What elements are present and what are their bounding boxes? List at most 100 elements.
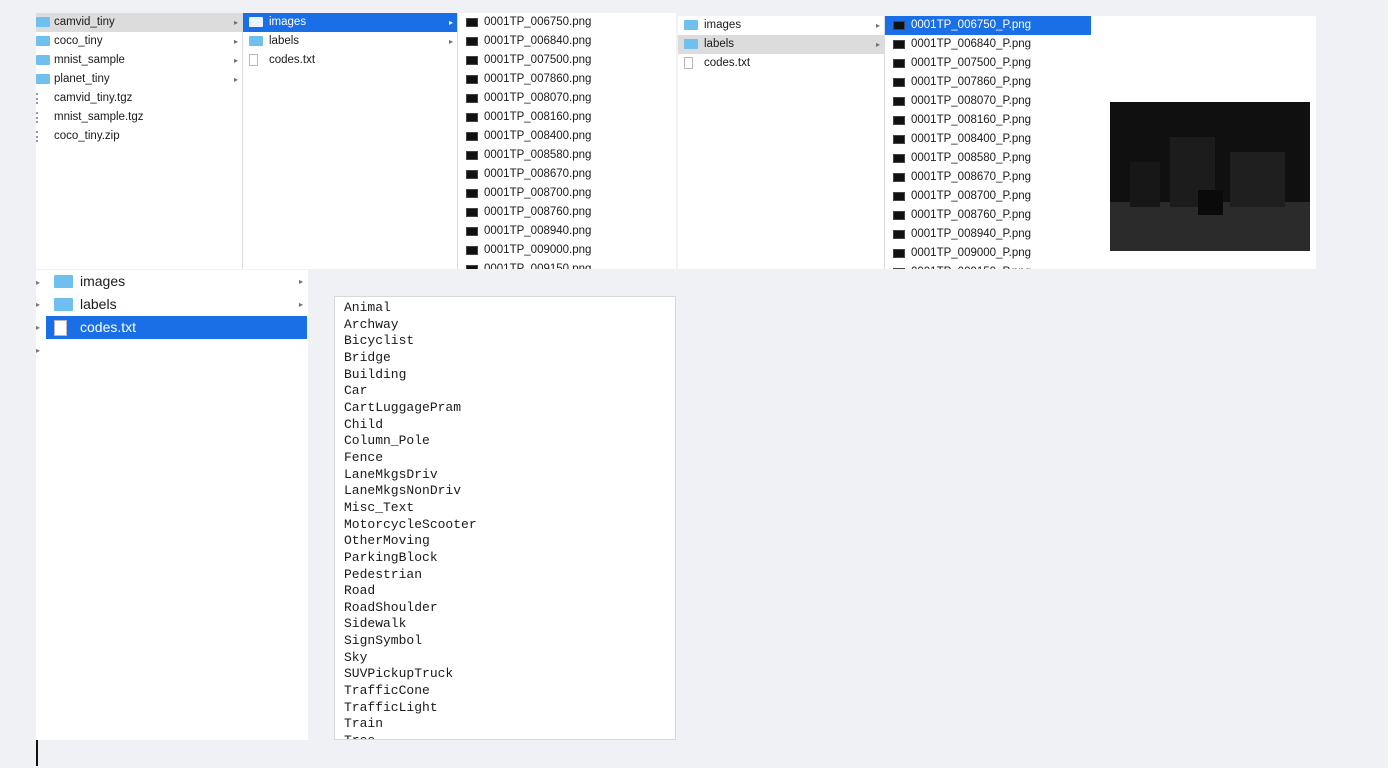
chevron-right-icon: ▸	[448, 18, 453, 27]
file-item-label: 0001TP_008400.png	[484, 130, 592, 142]
file-item[interactable]: 0001TP_007500.png	[458, 51, 676, 70]
finder-item-label: planet_tiny	[54, 73, 110, 85]
image-file-icon	[893, 116, 905, 125]
file-item[interactable]: 0001TP_008160.png	[458, 108, 676, 127]
file-item[interactable]: 0001TP_006750.png	[458, 13, 676, 32]
code-line: Tree	[344, 733, 675, 739]
file-item[interactable]: 0001TP_008700.png	[458, 184, 676, 203]
image-file-icon	[893, 78, 905, 87]
finder-column-camvid-b: images ▸ labels ▸ codes.txt	[678, 16, 885, 269]
folder-icon	[36, 17, 50, 27]
finder-item[interactable]: codes.txt	[678, 54, 884, 73]
image-file-icon	[893, 135, 905, 144]
file-item[interactable]: 0001TP_008070_P.png	[885, 92, 1091, 111]
file-item[interactable]: 0001TP_008070.png	[458, 89, 676, 108]
file-item-label: 0001TP_008580.png	[484, 149, 592, 161]
finder-item[interactable]: coco_tiny.zip	[36, 127, 242, 146]
file-item[interactable]: 0001TP_008940.png	[458, 222, 676, 241]
finder-item[interactable]: mnist_sample.tgz	[36, 108, 242, 127]
image-file-icon	[466, 265, 478, 269]
file-item[interactable]: 0001TP_009150_P.png	[885, 263, 1091, 269]
finder-item[interactable]: labels ▸	[678, 35, 884, 54]
codes-text-preview: Animal Archway Bicyclist Bridge Building Car C…	[334, 296, 676, 740]
code-line: Sky	[344, 649, 368, 665]
file-item[interactable]: 0001TP_008760.png	[458, 203, 676, 222]
file-item[interactable]: 0001TP_009000_P.png	[885, 244, 1091, 263]
image-file-icon	[466, 227, 478, 236]
file-item-label: 0001TP_008700.png	[484, 187, 592, 199]
file-item-label: 0001TP_009150.png	[484, 263, 592, 269]
file-item[interactable]: 0001TP_009150.png	[458, 260, 676, 269]
file-item[interactable]: 0001TP_006750_P.png	[885, 16, 1091, 35]
finder-item[interactable]: coco_tiny ▸	[36, 32, 242, 51]
file-item[interactable]: 0001TP_006840.png	[458, 32, 676, 51]
image-file-icon	[466, 246, 478, 255]
label-mask-preview	[1110, 102, 1310, 251]
file-item[interactable]: 0001TP_009000.png	[458, 241, 676, 260]
finder-item[interactable]: mnist_sample ▸	[36, 51, 242, 70]
image-file-icon	[466, 170, 478, 179]
chevron-right-icon: ▸	[875, 21, 880, 30]
code-line: Train	[344, 716, 384, 732]
file-item[interactable]: 0001TP_008160_P.png	[885, 111, 1091, 130]
file-item[interactable]: 0001TP_008670.png	[458, 165, 676, 184]
finder-item[interactable]: codes.txt	[243, 51, 457, 70]
image-file-icon	[893, 173, 905, 182]
file-item-label: 0001TP_008760_P.png	[911, 209, 1032, 221]
file-item[interactable]: 0001TP_008580_P.png	[885, 149, 1091, 168]
finder-window-camvid: camvid_tiny ▸ coco_tiny ▸ mnist_sample ▸ plane…	[36, 13, 676, 269]
code-line: CartLuggagePram	[344, 399, 462, 415]
finder-item[interactable]: labels ▸	[46, 293, 307, 316]
file-item[interactable]: 0001TP_008400.png	[458, 127, 676, 146]
file-item[interactable]: 0001TP_007860_P.png	[885, 73, 1091, 92]
archive-icon	[36, 112, 41, 123]
finder-item[interactable]: labels ▸	[243, 32, 457, 51]
image-file-icon	[466, 75, 478, 84]
code-line: Column_Pole	[344, 433, 430, 449]
file-item-label: 0001TP_008940_P.png	[911, 228, 1032, 240]
image-file-icon	[466, 56, 478, 65]
file-item-label: 0001TP_008400_P.png	[911, 133, 1032, 145]
text-file-icon	[249, 54, 258, 66]
image-file-icon	[893, 59, 905, 68]
code-line: ParkingBlock	[344, 549, 438, 565]
file-item[interactable]: 0001TP_008940_P.png	[885, 225, 1091, 244]
image-file-icon	[893, 211, 905, 220]
image-preview	[1110, 102, 1310, 251]
file-item[interactable]: 0001TP_008700_P.png	[885, 187, 1091, 206]
folder-icon	[249, 36, 263, 46]
image-file-icon	[893, 97, 905, 106]
finder-item[interactable]: codes.txt	[46, 316, 307, 339]
code-line: Pedestrian	[344, 566, 423, 582]
file-item[interactable]: 0001TP_008760_P.png	[885, 206, 1091, 225]
finder-item-label: labels	[269, 35, 300, 47]
finder-item[interactable]: camvid_tiny.tgz	[36, 89, 242, 108]
file-item[interactable]: 0001TP_007500_P.png	[885, 54, 1091, 73]
file-item[interactable]: 0001TP_008580.png	[458, 146, 676, 165]
image-file-icon	[466, 18, 478, 27]
file-item-label: 0001TP_008160.png	[484, 111, 592, 123]
file-item-label: 0001TP_006750.png	[484, 16, 592, 28]
finder-item[interactable]: camvid_tiny ▸	[36, 13, 242, 32]
file-item[interactable]: 0001TP_007860.png	[458, 70, 676, 89]
text-cursor	[36, 740, 38, 766]
image-file-icon	[893, 249, 905, 258]
code-line: TrafficCone	[344, 683, 430, 699]
code-line: Child	[344, 416, 384, 432]
finder-item-label: images	[80, 273, 126, 289]
finder-item[interactable]: images ▸	[678, 16, 884, 35]
finder-item[interactable]: images ▸	[243, 13, 457, 32]
chevron-right-icon: ▸	[233, 18, 238, 27]
finder-item[interactable]: planet_tiny ▸	[36, 70, 242, 89]
file-item[interactable]: 0001TP_008400_P.png	[885, 130, 1091, 149]
text-file-icon	[684, 57, 693, 69]
code-line: Animal	[344, 300, 391, 315]
chevron-right-icon: ▸	[233, 75, 238, 84]
image-file-icon	[893, 21, 905, 30]
code-line: SignSymbol	[344, 633, 423, 649]
archive-icon	[36, 131, 41, 142]
file-item-label: 0001TP_008670_P.png	[911, 171, 1032, 183]
finder-item[interactable]: images ▸	[46, 270, 307, 293]
file-item[interactable]: 0001TP_006840_P.png	[885, 35, 1091, 54]
file-item[interactable]: 0001TP_008670_P.png	[885, 168, 1091, 187]
